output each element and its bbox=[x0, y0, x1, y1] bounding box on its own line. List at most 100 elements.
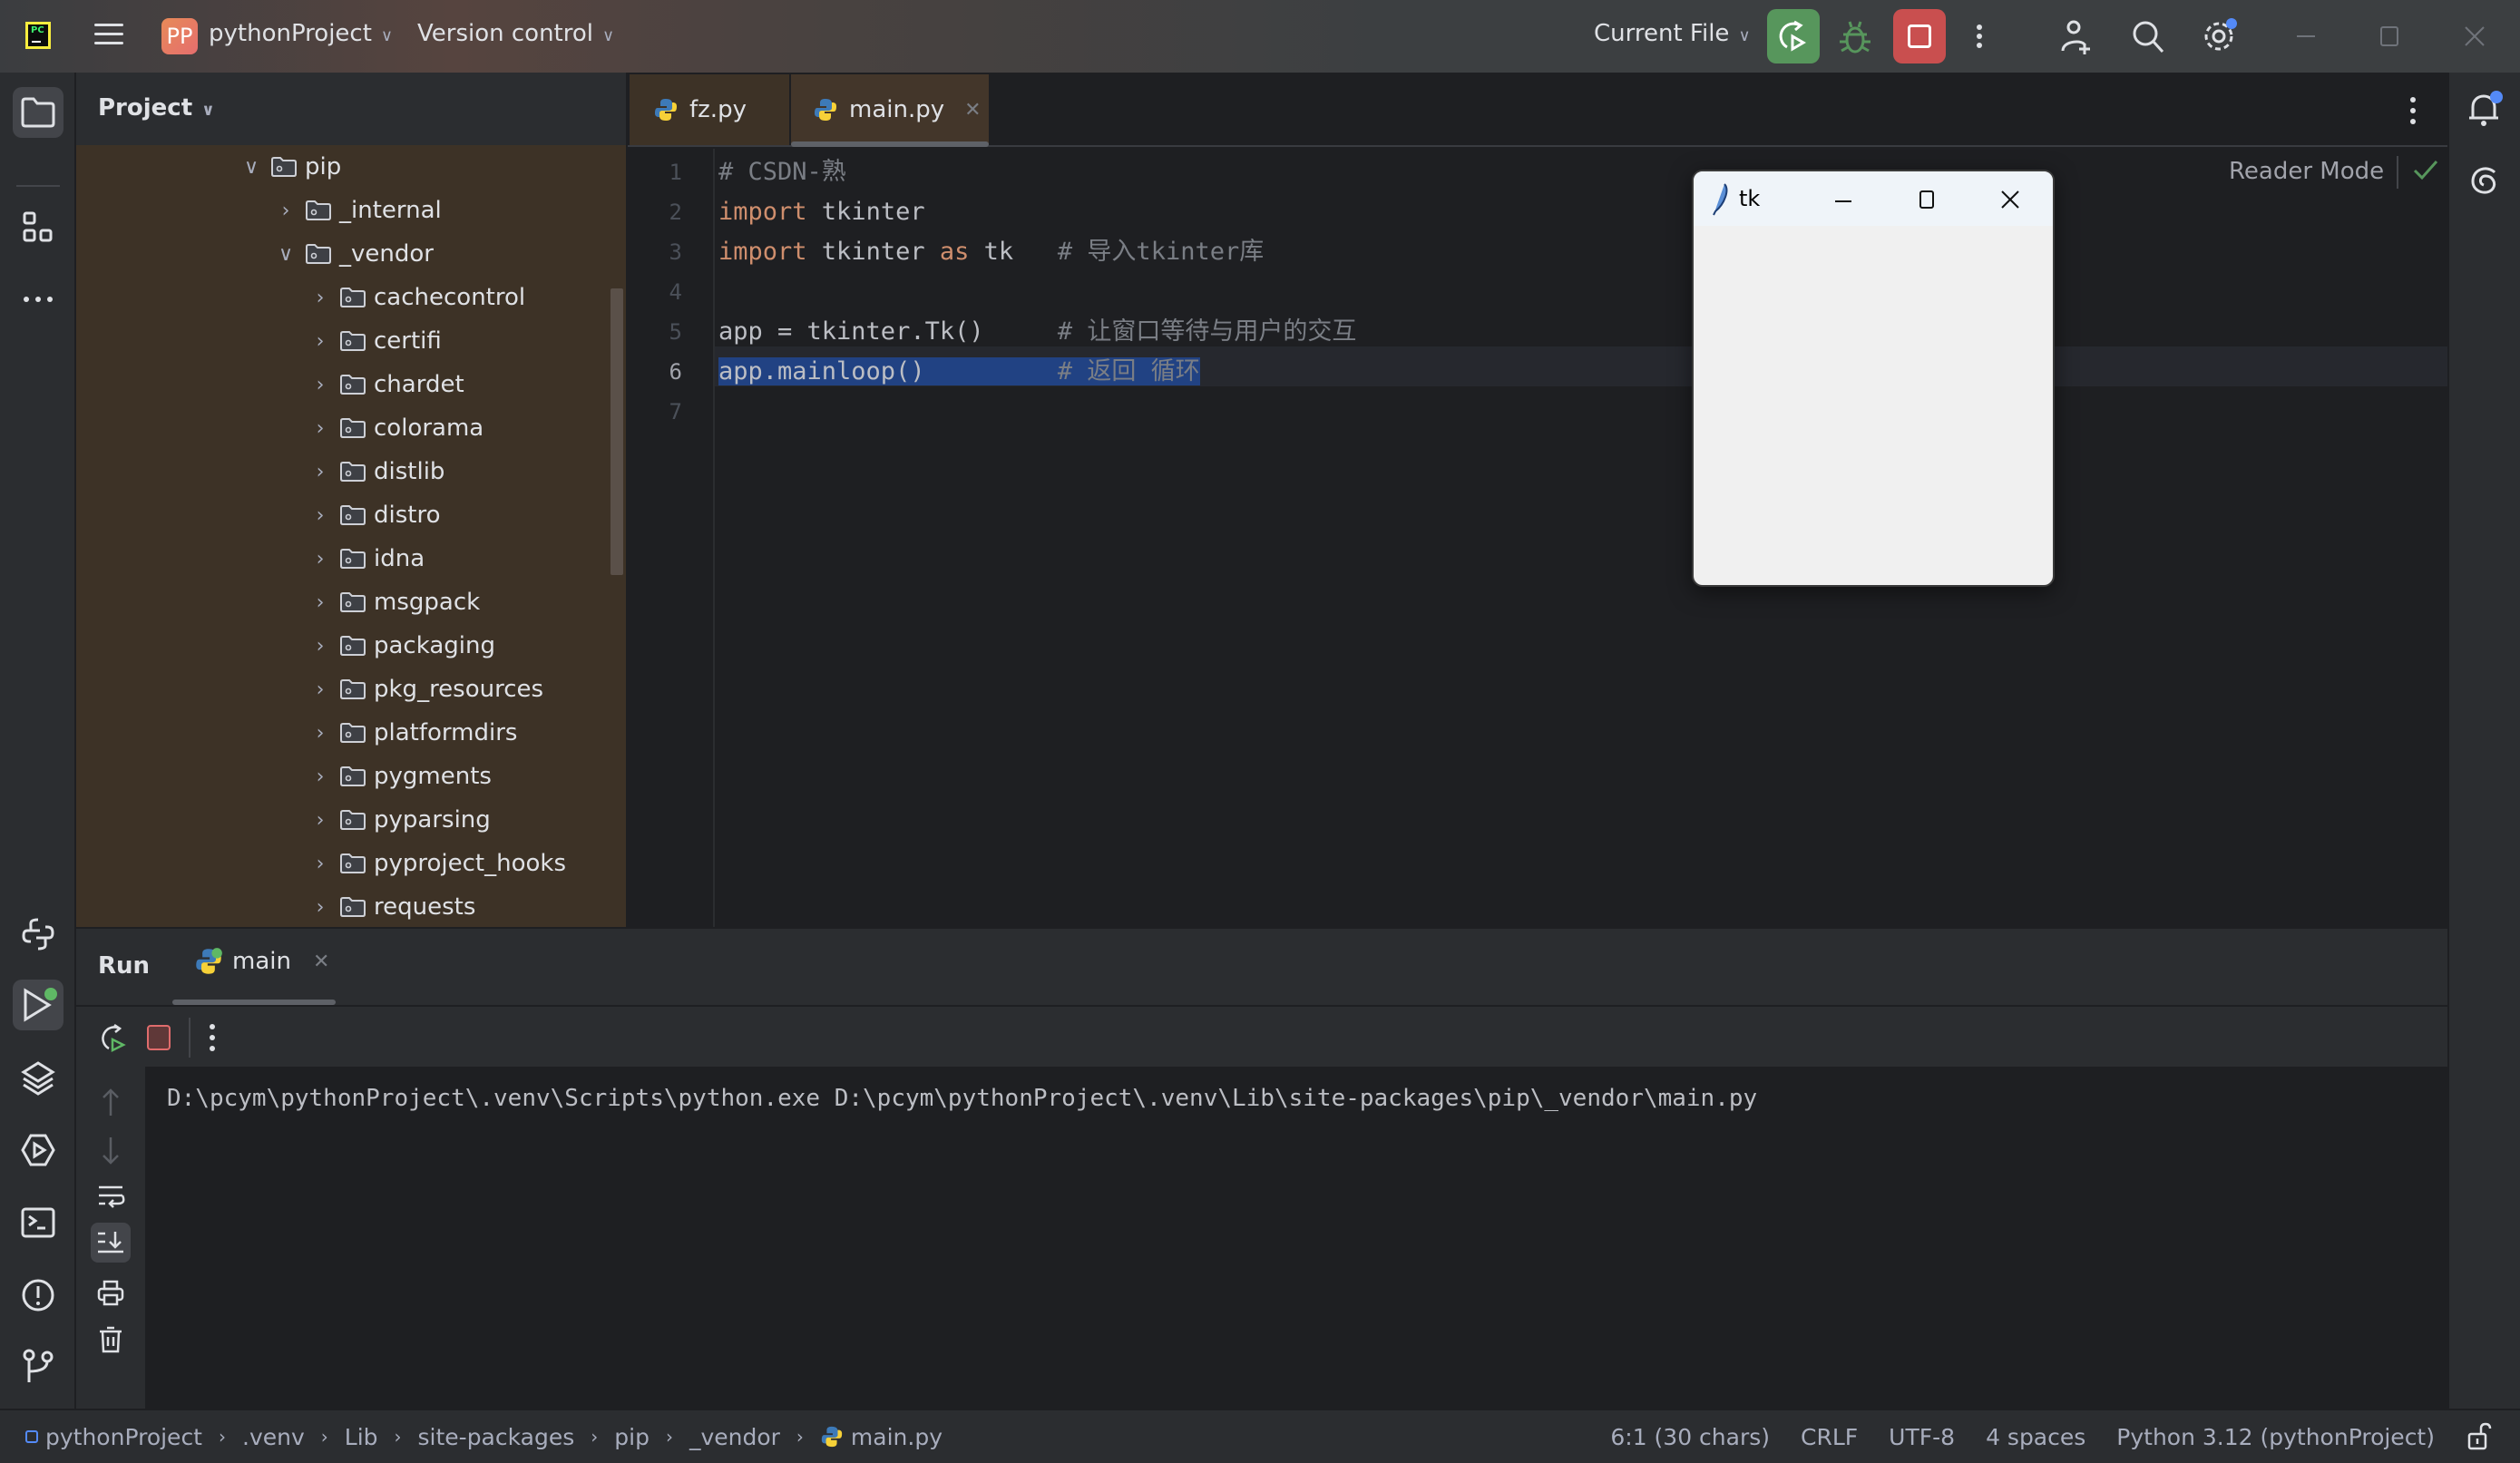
chevron-right-icon[interactable]: › bbox=[307, 504, 334, 527]
breadcrumb-item[interactable]: Lib bbox=[345, 1424, 378, 1450]
reader-mode-toggle[interactable]: Reader Mode bbox=[2229, 158, 2384, 185]
project-tool-button[interactable] bbox=[13, 87, 63, 138]
tab-fz-py[interactable]: fz.py bbox=[630, 74, 789, 145]
tree-item-idna[interactable]: › idna bbox=[307, 537, 425, 580]
chevron-right-icon[interactable]: › bbox=[307, 635, 334, 658]
search-icon[interactable] bbox=[2130, 18, 2166, 54]
ai-assistant-spiral-icon[interactable] bbox=[2467, 163, 2504, 200]
chevron-right-icon[interactable]: › bbox=[307, 591, 334, 614]
rerun-button[interactable] bbox=[1767, 9, 1820, 63]
notifications-bell-icon[interactable] bbox=[2466, 89, 2505, 129]
debug-button[interactable] bbox=[1832, 16, 1878, 58]
chevron-right-icon[interactable]: › bbox=[307, 722, 334, 745]
chevron-right-icon[interactable]: › bbox=[307, 678, 334, 701]
code-line[interactable]: # CSDN-熟 bbox=[718, 152, 846, 192]
git-tool-button[interactable] bbox=[13, 1341, 63, 1391]
line-ending[interactable]: CRLF bbox=[1801, 1424, 1858, 1450]
scroll-down-icon[interactable] bbox=[96, 1134, 125, 1166]
stop-button[interactable] bbox=[1893, 9, 1946, 63]
breadcrumb-item[interactable]: pip bbox=[614, 1424, 650, 1450]
run-tool-button[interactable] bbox=[13, 980, 63, 1030]
python-packages-button[interactable] bbox=[13, 1052, 63, 1103]
tree-item-certifi[interactable]: › certifi bbox=[307, 319, 442, 363]
run-tab-main[interactable]: main ✕ bbox=[194, 947, 329, 976]
chevron-down-icon[interactable]: ∨ bbox=[272, 243, 299, 266]
project-badge[interactable]: PP bbox=[161, 18, 198, 54]
services-tool-button[interactable] bbox=[13, 1125, 63, 1175]
terminal-tool-button[interactable] bbox=[13, 1197, 63, 1248]
tree-item-chardet[interactable]: › chardet bbox=[307, 363, 464, 406]
chevron-right-icon[interactable]: › bbox=[307, 374, 334, 396]
tree-item-pip[interactable]: ∨ pip bbox=[238, 145, 341, 189]
breadcrumb-item[interactable]: main.py bbox=[851, 1424, 943, 1450]
add-user-icon[interactable] bbox=[2057, 18, 2094, 54]
tk-minimize-button[interactable] bbox=[1830, 188, 1857, 215]
code-line[interactable]: import tkinter bbox=[718, 192, 925, 232]
more-tools-button[interactable] bbox=[13, 274, 63, 325]
window-close-button[interactable] bbox=[2457, 18, 2493, 54]
tree-item-distlib[interactable]: › distlib bbox=[307, 450, 445, 493]
inspection-ok-icon[interactable] bbox=[2411, 158, 2440, 183]
run-config-selector[interactable]: Current File ∨ bbox=[1594, 20, 1751, 47]
chevron-right-icon[interactable]: › bbox=[307, 548, 334, 571]
chevron-right-icon[interactable]: › bbox=[307, 461, 334, 483]
python-console-button[interactable] bbox=[13, 909, 63, 960]
chevron-right-icon[interactable]: › bbox=[307, 766, 334, 788]
more-actions-icon[interactable] bbox=[1967, 18, 2003, 54]
scroll-to-end-button[interactable] bbox=[91, 1223, 131, 1263]
read-only-lock-icon[interactable] bbox=[2466, 1421, 2493, 1452]
print-icon[interactable] bbox=[96, 1279, 125, 1308]
chevron-right-icon[interactable]: › bbox=[307, 417, 334, 440]
version-control-menu[interactable]: Version control ∨ bbox=[417, 20, 614, 47]
console-output-area[interactable]: D:\pcym\pythonProject\.venv\Scripts\pyth… bbox=[145, 1067, 2447, 1410]
chevron-right-icon[interactable]: › bbox=[307, 896, 334, 919]
project-panel-header[interactable]: Project ∨ bbox=[98, 94, 215, 122]
tab-close-icon[interactable]: ✕ bbox=[964, 99, 981, 122]
window-minimize-button[interactable] bbox=[2288, 18, 2324, 54]
tk-maximize-button[interactable] bbox=[1913, 186, 1940, 213]
chevron-right-icon[interactable]: › bbox=[307, 809, 334, 832]
tree-item--vendor[interactable]: ∨ _vendor bbox=[272, 232, 434, 276]
chevron-right-icon[interactable]: › bbox=[307, 853, 334, 875]
main-menu-icon[interactable] bbox=[94, 24, 123, 49]
breadcrumb-item[interactable]: .venv bbox=[242, 1424, 305, 1450]
code-line[interactable]: app = tkinter.Tk() # 让窗口等待与用户的交互 bbox=[718, 312, 1356, 352]
settings-gear-icon[interactable] bbox=[2203, 18, 2239, 54]
file-encoding[interactable]: UTF-8 bbox=[1889, 1424, 1955, 1450]
chevron-right-icon[interactable]: › bbox=[272, 200, 299, 222]
tk-title-bar[interactable]: tk bbox=[1694, 171, 2053, 226]
tab-main-py[interactable]: main.py ✕ bbox=[791, 74, 989, 145]
project-selector[interactable]: pythonProject ∨ bbox=[209, 20, 393, 47]
clear-trash-icon[interactable] bbox=[98, 1324, 123, 1355]
code-line[interactable]: import tkinter as tk # 导入tkinter库 bbox=[718, 232, 1264, 272]
scroll-up-icon[interactable] bbox=[96, 1087, 125, 1119]
python-interpreter[interactable]: Python 3.12 (pythonProject) bbox=[2116, 1424, 2435, 1450]
breadcrumb-item[interactable]: pythonProject bbox=[45, 1424, 202, 1450]
caret-position[interactable]: 6:1 (30 chars) bbox=[1610, 1424, 1770, 1450]
chevron-right-icon[interactable]: › bbox=[307, 330, 334, 353]
editor-tabs-more-icon[interactable] bbox=[2406, 94, 2424, 127]
chevron-right-icon[interactable]: › bbox=[307, 287, 334, 309]
tree-item-pyproject-hooks[interactable]: › pyproject_hooks bbox=[307, 842, 566, 885]
tree-item-pyparsing[interactable]: › pyparsing bbox=[307, 798, 491, 842]
chevron-down-icon[interactable]: ∨ bbox=[238, 156, 265, 179]
tree-item-distro[interactable]: › distro bbox=[307, 493, 441, 537]
tree-item-pygments[interactable]: › pygments bbox=[307, 755, 492, 798]
tree-item--internal[interactable]: › _internal bbox=[272, 189, 442, 232]
window-maximize-button[interactable] bbox=[2371, 18, 2408, 54]
tree-item-pkg-resources[interactable]: › pkg_resources bbox=[307, 668, 543, 711]
tree-item-requests[interactable]: › requests bbox=[307, 885, 476, 927]
project-scrollbar[interactable] bbox=[610, 288, 623, 575]
indent-setting[interactable]: 4 spaces bbox=[1986, 1424, 2085, 1450]
problems-tool-button[interactable] bbox=[13, 1270, 63, 1321]
tree-item-platformdirs[interactable]: › platformdirs bbox=[307, 711, 518, 755]
rerun-icon[interactable] bbox=[96, 1021, 129, 1054]
tk-window[interactable]: tk bbox=[1692, 170, 2055, 587]
code-line[interactable]: app.mainloop() # 返回 循环 bbox=[718, 352, 1200, 392]
tree-item-packaging[interactable]: › packaging bbox=[307, 624, 495, 668]
tree-item-cachecontrol[interactable]: › cachecontrol bbox=[307, 276, 526, 319]
stop-process-button[interactable] bbox=[147, 1025, 171, 1050]
tk-close-button[interactable] bbox=[1997, 186, 2024, 213]
run-tab-close-icon[interactable]: ✕ bbox=[313, 951, 329, 973]
breadcrumb-item[interactable]: _vendor bbox=[689, 1424, 780, 1450]
